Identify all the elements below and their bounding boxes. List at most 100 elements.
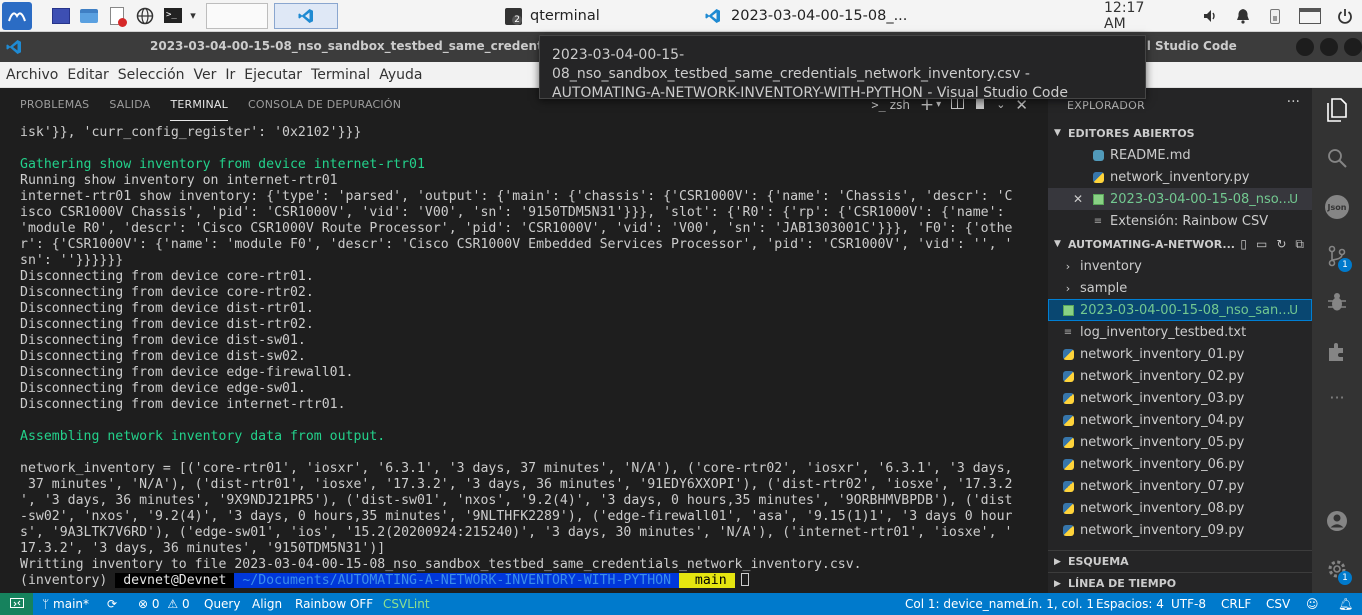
vscode-icon	[6, 40, 21, 54]
tree-file[interactable]: 2023-03-04-00-15-08_nso_san... U	[1048, 299, 1312, 321]
explorer-files-icon[interactable]	[1325, 98, 1349, 122]
eol-status[interactable]: CRLF	[1221, 593, 1251, 615]
timeline-header[interactable]: ▶ LÍNEA DE TIEMPO	[1048, 572, 1312, 594]
window-list-icon[interactable]	[1296, 0, 1324, 32]
close-window-button[interactable]	[1344, 38, 1362, 56]
menu-ejecutar[interactable]: Ejecutar	[244, 67, 302, 83]
encoding-status[interactable]: UTF-8	[1171, 593, 1206, 615]
tree-file[interactable]: ≡ log_inventory_testbed.txt	[1048, 321, 1312, 343]
open-editor-item[interactable]: ≡ Extensión: Rainbow CSV	[1048, 210, 1312, 232]
csvlint-button[interactable]: CSVLint	[383, 593, 430, 615]
file-manager-button[interactable]	[78, 5, 100, 27]
open-editor-item[interactable]: ✕ 2023-03-04-00-15-08_nso... U	[1048, 188, 1312, 210]
app-launcher-button[interactable]	[2, 1, 32, 30]
more-views-icon[interactable]: ···	[1325, 385, 1349, 409]
open-editors-header[interactable]: ▼ EDITORES ABIERTOS	[1048, 122, 1312, 144]
tree-file[interactable]: network_inventory_02.py	[1048, 365, 1312, 387]
indentation-status[interactable]: Espacios: 4	[1096, 593, 1164, 615]
sync-icon[interactable]: ⟳	[107, 593, 117, 615]
terminal-launcher-button[interactable]: >_	[162, 5, 184, 27]
explorer-sidebar: EXPLORADOR ··· ▼ EDITORES ABIERTOS READM…	[1048, 88, 1312, 593]
tree-file[interactable]: network_inventory_06.py	[1048, 453, 1312, 475]
tree-file[interactable]: network_inventory_03.py	[1048, 387, 1312, 409]
git-branch-status[interactable]: ᛘ main*	[42, 593, 89, 615]
battery-icon[interactable]	[1264, 0, 1286, 32]
tab-debug-console[interactable]: CONSOLA DE DEPURACIÓN	[248, 88, 401, 121]
menu-ayuda[interactable]: Ayuda	[379, 67, 422, 83]
query-button[interactable]: Query	[204, 593, 240, 615]
notification-bell-icon[interactable]	[1232, 0, 1254, 32]
workspace-header[interactable]: ▼ AUTOMATING-A-NETWOR... ▯ ▭ ↻ ⧉	[1048, 233, 1312, 255]
tree-folder[interactable]: › sample	[1048, 277, 1312, 299]
notifications-bell-icon[interactable]: 🔔︎	[1338, 593, 1353, 615]
menu-archivo[interactable]: Archivo	[6, 67, 58, 83]
tab-problems[interactable]: PROBLEMAS	[20, 88, 89, 121]
taskbar-task-qterminal[interactable]: 2 qterminal	[505, 2, 600, 30]
tree-file[interactable]: network_inventory_04.py	[1048, 409, 1312, 431]
terminal-prompt[interactable]: (inventory) devnet@Devnet ~/Documents/AU…	[20, 573, 1030, 589]
tree-folder[interactable]: › inventory	[1048, 255, 1312, 277]
search-icon[interactable]	[1325, 146, 1349, 170]
error-icon: ⊗	[138, 597, 149, 611]
open-editor-item[interactable]: README.md	[1048, 144, 1312, 166]
menu-seleccion[interactable]: Selección	[118, 67, 185, 83]
taskbar-task-vscode[interactable]: 2023-03-04-00-15-08_...	[705, 2, 907, 30]
feedback-icon[interactable]: ☺	[1306, 593, 1319, 615]
maximize-button[interactable]	[1320, 38, 1338, 56]
tree-item-label: network_inventory_03.py	[1080, 390, 1245, 406]
terminal-output[interactable]: isk'}}, 'curr_config_register': '0x2102'…	[20, 125, 1030, 589]
account-icon[interactable]	[1325, 509, 1349, 533]
terminal-line: Disconnecting from device internet-rtr01…	[20, 397, 346, 412]
terminal-line: Disconnecting from device core-rtr02.	[20, 285, 314, 300]
volume-icon[interactable]	[1199, 0, 1221, 32]
problems-status[interactable]: ⊗ 0 ⚠ 0	[138, 593, 190, 615]
cursor-position-status[interactable]: Lín. 1, col. 1	[1021, 593, 1094, 615]
terminal-line: s', '9A3LTK7V6RD'), ('edge-sw01', 'ios',…	[20, 525, 1013, 540]
tab-output[interactable]: SALIDA	[109, 88, 150, 121]
outline-header[interactable]: ▶ ESQUEMA	[1048, 550, 1312, 572]
open-editor-item[interactable]: network_inventory.py	[1048, 166, 1312, 188]
clock[interactable]: 12:17 AM	[1104, 0, 1166, 32]
tree-item-label: network_inventory_08.py	[1080, 500, 1245, 516]
quicklaunch-menu-chevron-icon[interactable]: ▾	[186, 5, 200, 27]
json-extension-icon[interactable]: Json	[1325, 195, 1349, 219]
new-file-icon[interactable]: ▯	[1240, 237, 1247, 252]
menu-terminal[interactable]: Terminal	[311, 67, 370, 83]
tab-terminal[interactable]: TERMINAL	[170, 88, 228, 121]
qterminal-icon: 2	[505, 7, 522, 25]
collapse-all-icon[interactable]: ⧉	[1295, 237, 1304, 252]
open-editor-label: README.md	[1110, 147, 1191, 163]
web-browser-button[interactable]	[134, 5, 156, 27]
tree-file[interactable]: network_inventory_07.py	[1048, 475, 1312, 497]
menu-ver[interactable]: Ver	[194, 67, 217, 83]
refresh-icon[interactable]: ↻	[1276, 237, 1286, 252]
taskbar-window-blank[interactable]	[206, 2, 268, 29]
show-desktop-button[interactable]	[50, 5, 72, 27]
menu-editar[interactable]: Editar	[67, 67, 108, 83]
menu-ir[interactable]: Ir	[225, 67, 235, 83]
status-bar: ᛘ main* ⟳ ⊗ 0 ⚠ 0 Query Align Rainbow OF…	[0, 593, 1362, 615]
tree-file[interactable]: network_inventory_09.py	[1048, 519, 1312, 541]
extensions-icon[interactable]	[1325, 339, 1349, 363]
column-name-status[interactable]: Col 1: device_name	[905, 593, 1023, 615]
tree-file[interactable]: network_inventory_05.py	[1048, 431, 1312, 453]
remote-indicator-icon[interactable]	[0, 593, 33, 615]
taskbar-window-vscode[interactable]	[274, 2, 338, 29]
text-editor-button[interactable]	[106, 5, 128, 27]
tree-file[interactable]: network_inventory_08.py	[1048, 497, 1312, 519]
align-button[interactable]: Align	[252, 593, 282, 615]
run-debug-icon[interactable]	[1325, 290, 1349, 314]
minimize-button[interactable]	[1296, 38, 1314, 56]
rainbow-csv-toggle[interactable]: Rainbow OFF	[295, 593, 373, 615]
chevron-right-icon: ›	[1065, 281, 1071, 295]
title-tooltip: 2023-03-04-00-15-08_nso_sandbox_testbed_…	[539, 35, 1146, 101]
vscode-icon	[298, 8, 313, 23]
more-actions-icon[interactable]: ···	[1287, 94, 1300, 110]
new-folder-icon[interactable]: ▭	[1256, 237, 1267, 252]
close-editor-icon[interactable]: ✕	[1073, 192, 1083, 206]
language-mode-status[interactable]: CSV	[1266, 593, 1290, 615]
settings-badge: 1	[1338, 571, 1352, 585]
power-icon[interactable]	[1332, 0, 1358, 32]
tree-file[interactable]: network_inventory_01.py	[1048, 343, 1312, 365]
python-file-icon	[1062, 414, 1074, 426]
